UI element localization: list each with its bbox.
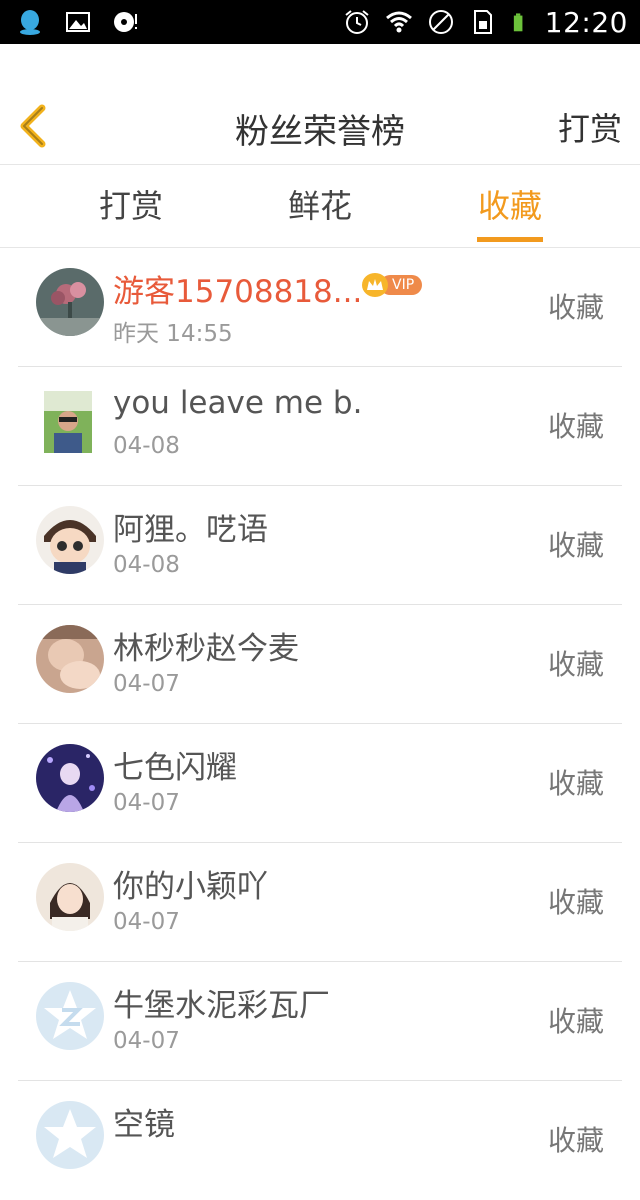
list-item-time: 昨天 14:55 [113,321,233,347]
avatar [36,744,104,812]
list-item-name: 游客15708818... [113,274,363,310]
list-item-name: 七色闪耀 [113,750,237,786]
reward-header-button[interactable]: 打赏 [558,104,622,150]
list-item-name: 你的小颖吖 [113,869,268,905]
tab-favorites[interactable]: 收藏 [430,165,590,247]
avatar [36,1101,104,1169]
crown-icon [362,273,388,297]
list-item-action[interactable]: 收藏 [548,881,604,921]
list-item-name: 牛堡水泥彩瓦厂 [113,988,330,1024]
tab-flowers[interactable]: 鲜花 [240,165,400,247]
alarm-icon [345,10,369,34]
tab-reward[interactable]: 打赏 [51,165,211,247]
list-item[interactable]: 七色闪耀 04-07 收藏 [0,724,640,843]
status-left-icons [16,6,140,38]
list-item[interactable]: 游客15708818... VIP 昨天 14:55 收藏 [0,248,640,367]
list-item[interactable]: you leave me b. 04-08 收藏 [0,367,640,486]
fan-list: 游客15708818... VIP 昨天 14:55 收藏 you leave … [0,248,640,1200]
list-item-name: you leave me b. [113,385,363,421]
list-item-action[interactable]: 收藏 [548,643,604,683]
active-tab-indicator [477,237,543,242]
list-item-name: 林秒秒赵今麦 [113,631,299,667]
list-item-action[interactable]: 收藏 [548,1119,604,1159]
list-item-time: 04-07 [113,909,180,935]
avatar [44,391,92,453]
status-right-icons: 12:20 [343,5,628,39]
list-item[interactable]: 牛堡水泥彩瓦厂 04-07 收藏 [0,962,640,1081]
list-item-action[interactable]: 收藏 [548,762,604,802]
list-item-name: 阿狸。呓语 [113,512,268,548]
list-item-name: 空镜 [113,1107,175,1143]
vip-badge: VIP [362,273,423,297]
wifi-icon [385,11,412,33]
list-item-time: 04-07 [113,1028,180,1054]
music-disc-icon [114,12,137,32]
image-icon [66,12,90,32]
page-title: 粉丝荣誉榜 [235,112,405,152]
avatar [36,625,104,693]
tab-bar: 打赏 鲜花 收藏 [0,165,640,248]
avatar [36,863,104,931]
sim-icon [473,10,492,34]
list-item-time: 04-07 [113,671,180,697]
avatar [36,506,104,574]
list-item[interactable]: 阿狸。呓语 04-08 收藏 [0,486,640,605]
list-item-action[interactable]: 收藏 [548,1000,604,1040]
status-bar: 12:20 [0,0,640,44]
list-item-time: 04-08 [113,433,180,459]
header-bar: 粉丝荣誉榜 打赏 [0,44,640,165]
list-item-action[interactable]: 收藏 [548,524,604,564]
list-item-action[interactable]: 收藏 [548,405,604,445]
battery-icon [513,13,523,32]
list-item-time: 04-08 [113,552,180,578]
avatar [36,268,104,336]
list-item-action[interactable]: 收藏 [548,286,604,326]
avatar [36,982,104,1050]
list-item[interactable]: 林秒秒赵今麦 04-07 收藏 [0,605,640,724]
dnd-icon [428,10,453,34]
clock-time: 12:20 [544,5,628,39]
list-item[interactable]: 你的小颖吖 04-07 收藏 [0,843,640,962]
qq-icon [20,10,40,35]
list-item-time: 04-07 [113,790,180,816]
list-item[interactable]: 空镜 收藏 [0,1081,640,1200]
